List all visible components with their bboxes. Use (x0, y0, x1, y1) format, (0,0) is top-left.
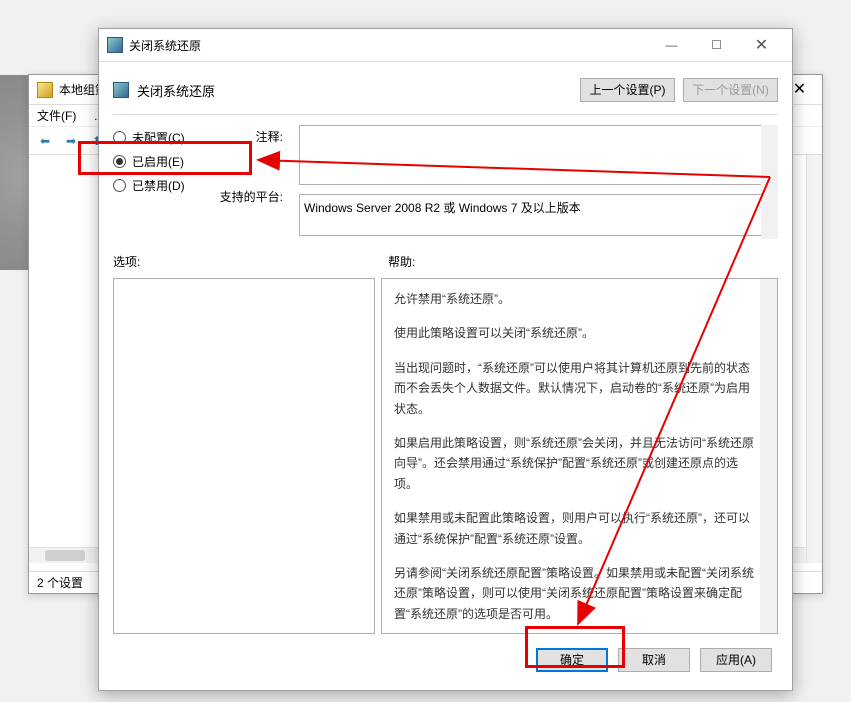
maximize-icon[interactable]: ☐ (694, 31, 739, 59)
close-icon[interactable]: ✕ (739, 31, 784, 59)
comment-scrollbar[interactable] (761, 125, 778, 188)
minimize-icon[interactable]: ― (649, 31, 694, 59)
radio-not-configured[interactable]: 未配置(C) (113, 125, 193, 149)
radio-label: 未配置(C) (132, 129, 185, 146)
help-pane: 允许禁用“系统还原”。 使用此策略设置可以关闭“系统还原”。 当出现问题时，“系… (381, 278, 778, 634)
policy-header-row: 关闭系统还原 上一个设置(P) 下一个设置(N) (113, 78, 778, 102)
radio-icon (113, 179, 126, 192)
comment-label: 注释: (205, 125, 283, 185)
help-p: 当出现问题时，“系统还原”可以使用户将其计算机还原到先前的状态而不会丢失个人数据… (394, 358, 757, 419)
prev-setting-button[interactable]: 上一个设置(P) (580, 78, 675, 102)
help-p: 允许禁用“系统还原”。 (394, 289, 757, 309)
radio-group: 未配置(C) 已启用(E) 已禁用(D) (113, 125, 193, 239)
forward-icon[interactable]: ➡ (61, 131, 81, 151)
bg-scrollbar-vertical[interactable] (806, 155, 822, 563)
radio-enabled[interactable]: 已启用(E) (113, 149, 193, 173)
help-p: 使用此策略设置可以关闭“系统还原”。 (394, 323, 757, 343)
help-p: 如果禁用或未配置此策略设置，则用户可以执行“系统还原”，还可以通过“系统保护”配… (394, 508, 757, 549)
policy-dialog: 关闭系统还原 ― ☐ ✕ 关闭系统还原 上一个设置(P) 下一个设置(N) 未配… (98, 28, 793, 691)
dialog-buttons: 确定 取消 应用(A) (113, 634, 778, 674)
gp-icon (37, 82, 53, 98)
fields-column (299, 125, 778, 239)
platform-textarea (299, 194, 778, 236)
help-label: 帮助: (388, 253, 778, 270)
policy-icon (113, 82, 129, 98)
help-scrollbar[interactable] (760, 279, 777, 633)
dlg-titlebar: 关闭系统还原 ― ☐ ✕ (99, 29, 792, 61)
help-p: 另请参阅“关闭系统还原配置”策略设置。如果禁用或未配置“关闭系统还原”策略设置，… (394, 563, 757, 624)
policy-title-icon (107, 37, 123, 53)
radio-icon (113, 155, 126, 168)
dlg-body: 关闭系统还原 上一个设置(P) 下一个设置(N) 未配置(C) 已启用(E) (99, 61, 792, 690)
back-icon[interactable]: ⬅ (35, 131, 55, 151)
radio-label: 已启用(E) (132, 153, 184, 170)
dlg-title: 关闭系统还原 (129, 37, 201, 54)
platform-label: 支持的平台: (205, 185, 283, 209)
menu-file[interactable]: 文件(F) (37, 109, 76, 123)
radio-icon (113, 131, 126, 144)
next-setting-button: 下一个设置(N) (683, 78, 778, 102)
panes-row: 允许禁用“系统还原”。 使用此策略设置可以关闭“系统还原”。 当出现问题时，“系… (113, 278, 778, 634)
platform-scrollbar[interactable] (761, 188, 778, 239)
apply-button[interactable]: 应用(A) (700, 648, 772, 672)
config-grid: 未配置(C) 已启用(E) 已禁用(D) 注释: 支持的平台: (113, 125, 778, 239)
labels-column: 注释: 支持的平台: (205, 125, 287, 239)
help-p: 如果启用此策略设置，则“系统还原”会关闭，并且无法访问“系统还原向导”。还会禁用… (394, 433, 757, 494)
radio-disabled[interactable]: 已禁用(D) (113, 173, 193, 197)
status-text: 2 个设置 (37, 576, 83, 590)
background-shadow (0, 75, 30, 270)
options-label: 选项: (113, 253, 388, 270)
policy-title: 关闭系统还原 (137, 81, 580, 100)
radio-label: 已禁用(D) (132, 177, 185, 194)
divider (113, 114, 778, 115)
comment-textarea[interactable] (299, 125, 778, 185)
cancel-button[interactable]: 取消 (618, 648, 690, 672)
ok-button[interactable]: 确定 (536, 648, 608, 672)
options-pane (113, 278, 375, 634)
help-text: 允许禁用“系统还原”。 使用此策略设置可以关闭“系统还原”。 当出现问题时，“系… (394, 289, 757, 624)
section-labels: 选项: 帮助: (113, 253, 778, 270)
